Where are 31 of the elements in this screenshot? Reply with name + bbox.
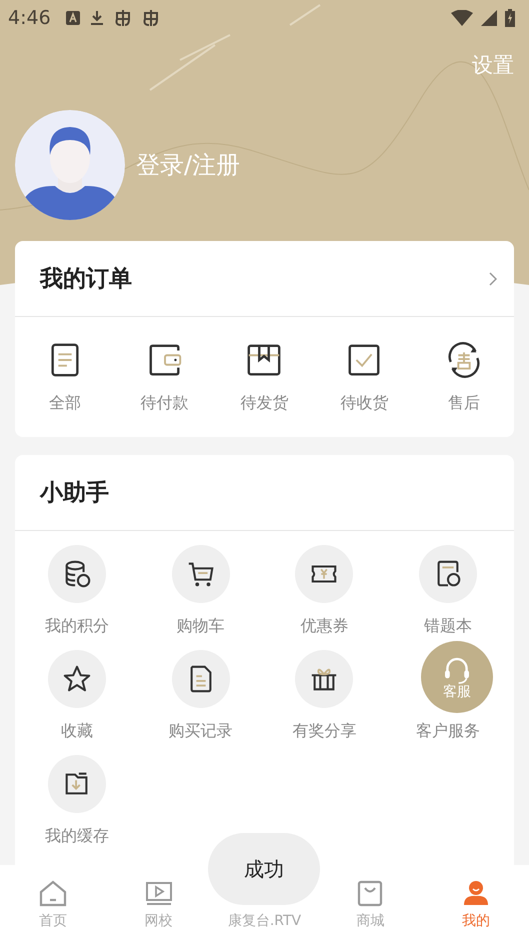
helper-item-label[interactable]: 我的缓存 [44, 826, 109, 847]
helper-item-label[interactable]: 优惠券 [300, 616, 348, 637]
signal-icon [481, 10, 497, 26]
order-status-label[interactable]: 待收货 [340, 392, 388, 414]
helper-item-label[interactable]: 客户服务 [416, 721, 480, 742]
orders-title: 我的订单 [40, 265, 132, 294]
chevron-right-icon[interactable] [489, 272, 497, 286]
helper-title: 小助手 [40, 479, 109, 508]
order-status-label[interactable]: 全部 [48, 392, 81, 414]
customer-service-button[interactable]: 客服 [421, 641, 493, 713]
helper-item-label[interactable]: 有奖分享 [292, 721, 356, 742]
helper-item-label[interactable]: 错题本 [424, 616, 472, 637]
status-time: 4:46 [8, 7, 51, 29]
helper-item-label[interactable]: 购买记录 [168, 721, 233, 742]
download-icon [88, 9, 105, 27]
tab[interactable]: 商城 [317, 865, 424, 942]
star-icon[interactable] [62, 664, 92, 694]
order-status-label[interactable]: 待付款 [140, 392, 189, 414]
tab[interactable]: 我的 [423, 865, 529, 942]
helper-item-label[interactable]: 购物车 [176, 616, 225, 637]
wifi-icon [451, 10, 473, 26]
helper-item-label[interactable]: 我的积分 [44, 616, 109, 637]
battery-icon [505, 9, 515, 27]
order-status-label[interactable]: 售后 [448, 392, 480, 414]
helper-item-label[interactable]: 收藏 [60, 721, 93, 742]
settings-link[interactable]: 设置 [472, 51, 514, 79]
tab[interactable]: 首页 [0, 865, 106, 942]
order-status-label[interactable]: 待发货 [240, 392, 288, 414]
login-link[interactable]: 登录/注册 [136, 149, 240, 181]
keyboard-icon [64, 10, 81, 26]
avatar-icon[interactable] [15, 110, 125, 220]
